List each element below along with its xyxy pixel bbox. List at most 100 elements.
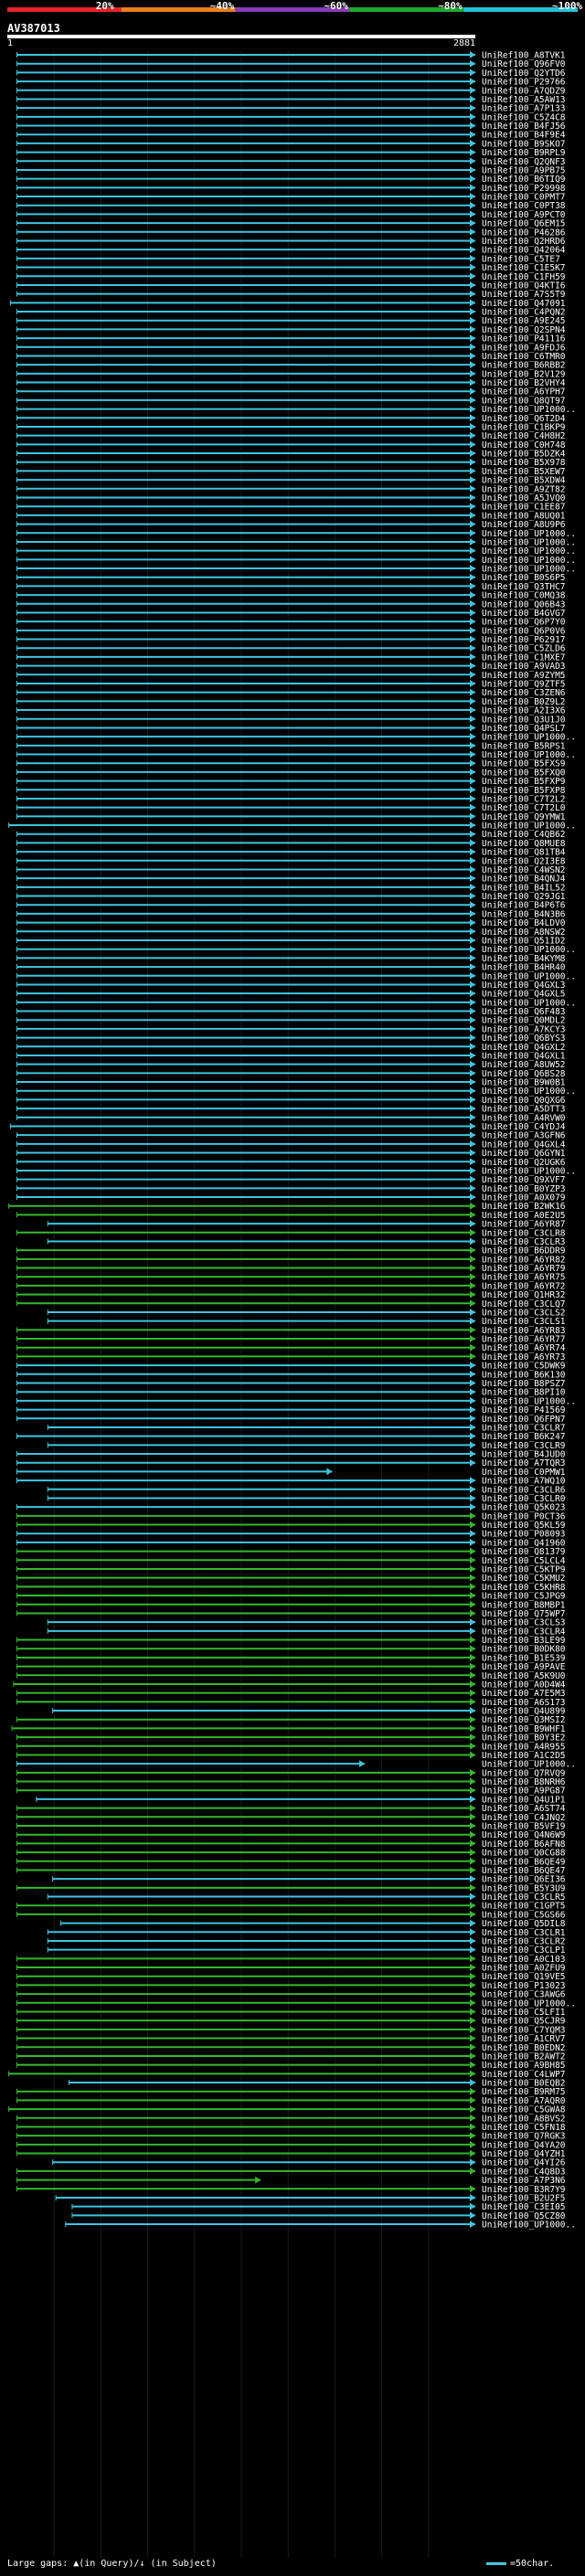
hit-arrow: [470, 777, 475, 785]
hit-arrow: [470, 1485, 475, 1493]
hit-arrow: [470, 1432, 475, 1440]
hit-arrow: [470, 1875, 475, 1883]
hit-arrow: [470, 2211, 475, 2220]
hit-arrow: [470, 59, 475, 68]
hit-arrow: [470, 671, 475, 679]
hit-arrow: [470, 565, 475, 573]
hit-arrow: [470, 334, 475, 343]
hit-arrow: [470, 1396, 475, 1405]
hit-arrow: [470, 892, 475, 900]
scale-label: ~100%: [552, 0, 583, 12]
hit-arrow: [470, 848, 475, 856]
hit-arrow: [470, 1273, 475, 1281]
hit-arrow: [470, 2096, 475, 2104]
hit-arrow: [470, 69, 475, 77]
hit-arrow: [470, 193, 475, 201]
hit-arrow: [470, 537, 475, 546]
hit-arrow: [470, 954, 475, 962]
hit-arrow: [470, 1786, 475, 1795]
hit-arrow: [470, 1919, 475, 1927]
hit-arrow: [470, 1902, 475, 1910]
hit-arrow: [470, 1511, 475, 1520]
hit-arrow: [470, 405, 475, 413]
hit-arrow: [470, 1246, 475, 1255]
large-gaps-legend: Large gaps: ▲(in Query)/↓ (in Subject): [7, 2559, 217, 2569]
hit-arrow: [470, 139, 475, 147]
hit-arrow: [470, 1175, 475, 1183]
hit-arrow: [470, 228, 475, 236]
hit-arrow: [470, 1211, 475, 1219]
hit-arrow: [470, 1981, 475, 1989]
hit-arrow: [470, 1839, 475, 1848]
hit-arrow: [470, 458, 475, 466]
hit-arrow: [470, 1016, 475, 1024]
hit-arrow: [470, 839, 475, 847]
hit-arrow: [470, 794, 475, 802]
query-sequence-bar: [7, 35, 475, 38]
hit-arrow: [470, 1857, 475, 1865]
hit-arrow: [470, 724, 475, 732]
hit-arrow: [470, 1813, 475, 1821]
hit-arrow: [470, 1317, 475, 1325]
hit-arrow: [470, 1583, 475, 1591]
hit-arrow: [470, 361, 475, 369]
hit-arrow: [470, 1087, 475, 1095]
hit-arrow: [470, 856, 475, 864]
hit-arrow: [470, 2193, 475, 2201]
hit-arrow: [470, 2105, 475, 2114]
hit-arrow: [470, 1441, 475, 1449]
hit-arrow: [470, 2167, 475, 2175]
query-start-tick: 1: [7, 38, 14, 48]
hit-label[interactable]: UniRef100_UP1000..: [482, 2221, 576, 2231]
hit-arrow: [470, 822, 475, 830]
hit-arrow: [470, 2043, 475, 2051]
hit-arrow: [470, 1078, 475, 1087]
hit-arrow: [470, 1140, 475, 1148]
hit-arrow: [470, 1290, 475, 1299]
hit-arrow: [470, 1804, 475, 1812]
hit-arrow: [470, 165, 475, 174]
hit-arrow: [470, 1060, 475, 1068]
hit-arrow: [470, 1415, 475, 1423]
hit-arrow: [470, 918, 475, 927]
hit-arrow: [470, 1024, 475, 1033]
hit-arrow: [470, 78, 475, 86]
hit-arrow: [470, 733, 475, 741]
hit-arrow: [470, 1990, 475, 1998]
scale-label: ~40%: [209, 0, 235, 12]
hit-arrow: [470, 644, 475, 652]
hit-arrow: [470, 883, 475, 891]
hit-arrow: [470, 493, 475, 502]
hit-arrow: [470, 316, 475, 324]
alignment-hits-plot: UniRef100_A8TVK1UniRef100_Q96FV0UniRef10…: [8, 51, 576, 2558]
hit-arrow: [470, 1131, 475, 1140]
hit-arrow: [470, 998, 475, 1006]
hit-arrow: [470, 1069, 475, 1077]
hit-arrow: [470, 1538, 475, 1546]
hit-arrow: [470, 1326, 475, 1334]
hit-arrow: [470, 246, 475, 254]
hit-arrow: [470, 414, 475, 422]
hit-arrow: [470, 1645, 475, 1653]
hit-arrow: [470, 928, 475, 936]
hit-arrow: [470, 112, 475, 121]
hit-arrow: [470, 1574, 475, 1582]
hit-arrow: [470, 1662, 475, 1670]
hit-arrow: [470, 86, 475, 94]
hit-arrow: [470, 352, 475, 360]
hit-arrow: [470, 1166, 475, 1174]
hit-arrow: [470, 511, 475, 519]
hit-arrow: [470, 1742, 475, 1750]
hit-arrow: [470, 1477, 475, 1485]
hit-arrow: [470, 1352, 475, 1361]
scale-label: ~80%: [438, 0, 463, 12]
hit-arrow: [470, 1299, 475, 1308]
hit-arrow: [470, 290, 475, 298]
hit-arrow: [470, 1964, 475, 1972]
hit-arrow: [470, 1034, 475, 1042]
hit-arrow: [470, 1379, 475, 1387]
hit-arrow: [470, 1122, 475, 1130]
hit-arrow: [470, 1255, 475, 1263]
hit-arrow: [470, 1228, 475, 1236]
hit-arrow: [470, 909, 475, 917]
